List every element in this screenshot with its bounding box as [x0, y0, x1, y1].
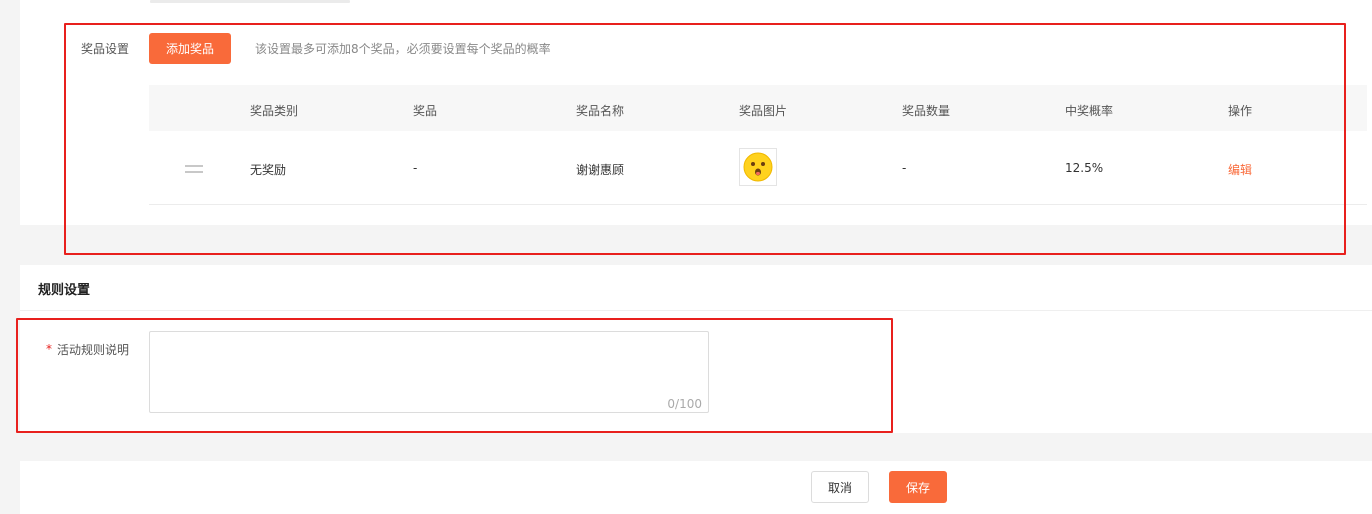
save-button[interactable]: 保存	[889, 471, 947, 503]
cancel-button[interactable]: 取消	[811, 471, 869, 503]
top-cutoff-strip	[150, 0, 350, 3]
footer-bar	[20, 461, 1372, 514]
rules-highlight-box	[16, 318, 893, 433]
prize-highlight-box	[64, 23, 1346, 255]
rules-section-title: 规则设置	[38, 283, 91, 298]
rules-title-divider	[20, 310, 1372, 311]
